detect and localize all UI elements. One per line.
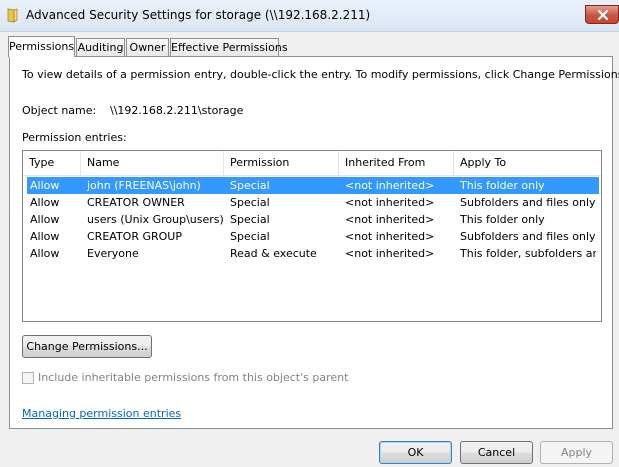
cell-inherited-from: <not inherited> — [345, 247, 435, 260]
list-header: Type Name Permission Inherited From Appl… — [23, 151, 601, 176]
folder-icon — [5, 7, 21, 23]
cell-apply-to: This folder only — [460, 213, 545, 226]
cell-apply-to: Subfolders and files only — [460, 230, 596, 243]
cell-permission: Read & execute — [230, 247, 317, 260]
cell-permission: Special — [230, 230, 270, 243]
column-header-name[interactable]: Name — [81, 151, 224, 175]
inherit-permissions-label: Include inheritable permissions from thi… — [38, 371, 349, 384]
cell-type: Allow — [30, 213, 60, 226]
close-button[interactable] — [585, 5, 619, 24]
column-header-inherited-from[interactable]: Inherited From — [339, 151, 454, 175]
window-title: Advanced Security Settings for storage (… — [26, 8, 371, 22]
column-header-permission[interactable]: Permission — [224, 151, 339, 175]
cell-inherited-from: <not inherited> — [345, 179, 435, 192]
cell-name: users (Unix Group\users) — [87, 213, 224, 226]
cell-apply-to: This folder only — [460, 179, 545, 192]
info-text: To view details of a permission entry, d… — [22, 68, 619, 81]
inherit-permissions-checkbox[interactable] — [22, 372, 34, 384]
cell-permission: Special — [230, 196, 270, 209]
cell-name: CREATOR OWNER — [87, 196, 185, 209]
table-row[interactable]: Allow CREATOR OWNER Special <not inherit… — [27, 194, 599, 211]
cell-type: Allow — [30, 230, 60, 243]
column-header-type[interactable]: Type — [23, 151, 81, 175]
close-icon — [597, 10, 609, 20]
cell-inherited-from: <not inherited> — [345, 196, 435, 209]
tab-permissions[interactable]: Permissions — [8, 36, 75, 57]
managing-permission-entries-link[interactable]: Managing permission entries — [22, 407, 181, 420]
cell-apply-to: This folder, subfolders and... — [460, 247, 596, 260]
cell-type: Allow — [30, 196, 60, 209]
apply-button[interactable]: Apply — [540, 441, 613, 464]
tab-effective-permissions[interactable]: Effective Permissions — [170, 38, 288, 56]
permission-entries-list[interactable]: Type Name Permission Inherited From Appl… — [22, 150, 602, 322]
tab-owner[interactable]: Owner — [126, 38, 169, 56]
table-row[interactable]: Allow Everyone Read & execute <not inher… — [27, 245, 599, 262]
table-row[interactable]: Allow john (FREENAS\john) Special <not i… — [27, 177, 599, 194]
object-name-value: \\192.168.2.211\storage — [110, 104, 244, 117]
table-row[interactable]: Allow users (Unix Group\users) Special <… — [27, 211, 599, 228]
column-header-apply-to[interactable]: Apply To — [454, 151, 601, 175]
table-row[interactable]: Allow CREATOR GROUP Special <not inherit… — [27, 228, 599, 245]
permission-entries-label: Permission entries: — [22, 131, 127, 144]
cell-name: CREATOR GROUP — [87, 230, 182, 243]
title-bar: Advanced Security Settings for storage (… — [0, 0, 619, 32]
ok-button[interactable]: OK — [379, 441, 452, 464]
cell-name: john (FREENAS\john) — [87, 179, 201, 192]
cell-apply-to: Subfolders and files only — [460, 196, 596, 209]
cell-inherited-from: <not inherited> — [345, 213, 435, 226]
cell-type: Allow — [30, 247, 60, 260]
cell-permission: Special — [230, 179, 270, 192]
change-permissions-button[interactable]: Change Permissions... — [22, 335, 152, 358]
cell-name: Everyone — [87, 247, 139, 260]
cell-inherited-from: <not inherited> — [345, 230, 435, 243]
tab-auditing[interactable]: Auditing — [76, 38, 125, 56]
cell-permission: Special — [230, 213, 270, 226]
object-name-label: Object name: — [22, 104, 97, 117]
cancel-button[interactable]: Cancel — [460, 441, 533, 464]
cell-type: Allow — [30, 179, 60, 192]
